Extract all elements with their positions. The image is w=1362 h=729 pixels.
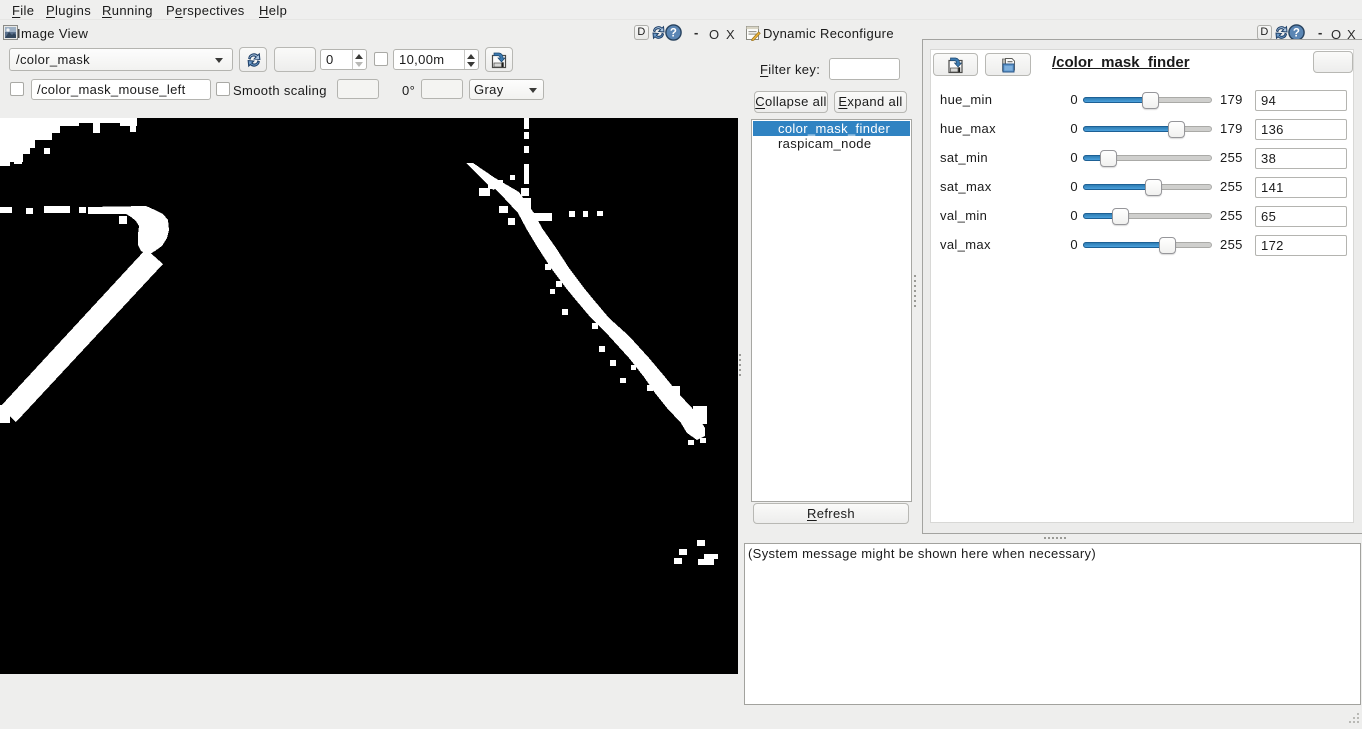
svg-text:?: ?: [670, 28, 677, 40]
svg-text:?: ?: [1293, 28, 1300, 40]
